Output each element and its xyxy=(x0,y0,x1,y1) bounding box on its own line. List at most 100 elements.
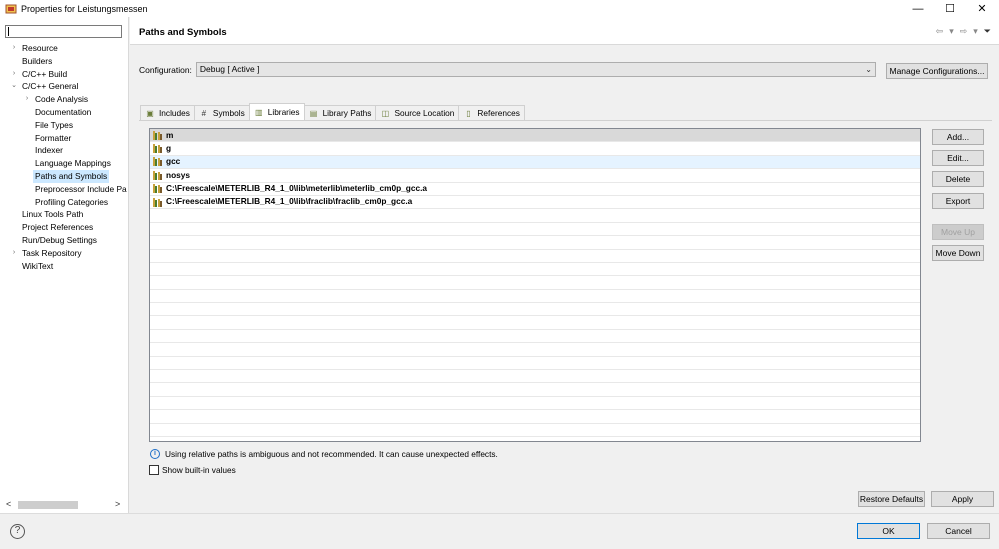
tab-library-paths[interactable]: ▤ Library Paths xyxy=(303,105,377,120)
chevron-right-icon[interactable]: › xyxy=(23,93,31,106)
tree-item-builders[interactable]: Builders xyxy=(0,55,129,68)
library-name: C:\Freescale\METERLIB_R4_1_0\lib\fraclib… xyxy=(166,196,413,207)
library-row[interactable]: g xyxy=(150,142,920,156)
checkbox-box[interactable] xyxy=(149,465,159,475)
show-builtin-values-checkbox[interactable]: Show built-in values xyxy=(149,465,236,475)
tab-label: References xyxy=(477,108,520,118)
tree-item-label: Linux Tools Path xyxy=(22,209,84,220)
configuration-select[interactable]: Debug [ Active ] ⌄ xyxy=(195,62,876,77)
tree-item-documentation[interactable]: Documentation xyxy=(0,106,129,119)
tree-item-c-c-build[interactable]: › C/C++ Build xyxy=(0,68,129,81)
filter-input[interactable] xyxy=(5,25,122,38)
show-builtin-values-label: Show built-in values xyxy=(162,465,236,475)
tab-label: Symbols xyxy=(212,108,245,118)
chevron-right-icon[interactable]: › xyxy=(10,68,18,81)
tree-item-code-analysis[interactable]: › Code Analysis xyxy=(0,93,129,106)
move-down-button[interactable]: Move Down xyxy=(932,245,984,261)
window-title: Properties for Leistungsmessen xyxy=(21,3,148,14)
libraries-list[interactable]: m g gcc nosys C:\Freescale\METERLIB_R4_1_0\l… xyxy=(149,128,921,442)
chevron-down-icon: ⌄ xyxy=(865,65,872,74)
tab-source-location[interactable]: ◫ Source Location xyxy=(375,105,460,120)
library-icon xyxy=(153,170,163,180)
tree-item-language-mappings[interactable]: Language Mappings xyxy=(0,157,129,170)
tree-item-label: Indexer xyxy=(35,145,63,156)
delete-button[interactable]: Delete xyxy=(932,171,984,187)
view-menu-icon[interactable]: ⏷ xyxy=(984,26,991,37)
tree-item-label: Run/Debug Settings xyxy=(22,234,97,245)
library-name: nosys xyxy=(166,169,190,180)
manage-configurations-button[interactable]: Manage Configurations... xyxy=(886,63,988,79)
back-arrow-icon[interactable]: ⇦ xyxy=(936,26,944,37)
tree-item-label: Code Analysis xyxy=(35,94,89,105)
empty-row xyxy=(150,397,920,411)
empty-row xyxy=(150,383,920,397)
tab-includes[interactable]: ▣ Includes xyxy=(140,105,195,120)
tree-item-label: Formatter xyxy=(35,132,72,143)
add-button[interactable]: Add... xyxy=(932,129,984,145)
dialog-button-bar: ? OK Cancel xyxy=(0,513,999,549)
tree-item-profiling-categories[interactable]: Profiling Categories xyxy=(0,196,129,209)
tree-horizontal-scrollbar[interactable]: < > xyxy=(4,499,123,510)
close-button[interactable]: ✕ xyxy=(966,0,998,17)
back-menu-icon[interactable]: ▾ xyxy=(949,26,954,37)
cancel-button[interactable]: Cancel xyxy=(927,523,990,539)
tree-item-paths-and-symbols[interactable]: Paths and Symbols xyxy=(0,169,129,183)
tree-item-indexer[interactable]: Indexer xyxy=(0,144,129,157)
property-tree-panel: › Resource Builders › C/C++ Build ⌄ C/C++ Gene… xyxy=(0,17,129,513)
configuration-label: Configuration: xyxy=(139,64,192,75)
tree-item-linux-tools-path[interactable]: Linux Tools Path xyxy=(0,208,129,221)
tree-item-project-references[interactable]: Project References xyxy=(0,221,129,234)
tab-libraries[interactable]: ▥ Libraries xyxy=(248,103,305,120)
library-row[interactable]: C:\Freescale\METERLIB_R4_1_0\lib\meterli… xyxy=(150,183,920,196)
library-row[interactable]: gcc xyxy=(150,155,920,170)
tree-item-c-c-general[interactable]: ⌄ C/C++ General xyxy=(0,80,129,93)
tree-item-resource[interactable]: › Resource xyxy=(0,42,129,55)
library-row[interactable]: nosys xyxy=(150,169,920,183)
empty-row xyxy=(150,343,920,357)
scroll-left-arrow-icon[interactable]: < xyxy=(6,499,11,509)
tree-item-label: C/C++ General xyxy=(22,81,79,92)
ok-button[interactable]: OK xyxy=(857,523,920,539)
text-caret xyxy=(8,27,9,36)
scroll-right-arrow-icon[interactable]: > xyxy=(115,499,120,509)
chevron-right-icon[interactable]: › xyxy=(10,42,18,55)
library-icon xyxy=(153,197,163,207)
tree-item-label: Builders xyxy=(22,55,53,66)
library-icon xyxy=(153,184,163,194)
tab-symbols[interactable]: # Symbols xyxy=(193,105,250,120)
window-titlebar: Properties for Leistungsmessen xyxy=(0,0,999,17)
edit-button[interactable]: Edit... xyxy=(932,150,984,166)
maximize-button[interactable]: ☐ xyxy=(934,0,966,17)
properties-app-icon xyxy=(5,4,17,13)
tree-item-run-debug-settings[interactable]: Run/Debug Settings xyxy=(0,234,129,247)
export-button[interactable]: Export xyxy=(932,193,984,209)
tab-label: Library Paths xyxy=(322,108,372,118)
tab-bar: ▣ Includes # Symbols ▥ Libraries ▤ Library Path… xyxy=(140,103,525,120)
tree-item-formatter[interactable]: Formatter xyxy=(0,132,129,145)
help-icon[interactable]: ? xyxy=(10,524,25,539)
forward-menu-icon[interactable]: ▾ xyxy=(973,26,978,37)
tree-item-file-types[interactable]: File Types xyxy=(0,119,129,132)
minimize-button[interactable]: — xyxy=(902,0,934,17)
tree-item-preprocessor-include-pa[interactable]: Preprocessor Include Pa xyxy=(0,183,129,196)
move-up-button[interactable]: Move Up xyxy=(932,224,984,240)
tree-item-wikitext[interactable]: WikiText xyxy=(0,260,129,273)
library-row[interactable]: m xyxy=(150,129,920,143)
property-tree: › Resource Builders › C/C++ Build ⌄ C/C++ Gene… xyxy=(0,42,129,272)
scrollbar-thumb[interactable] xyxy=(18,501,78,509)
empty-row xyxy=(150,250,920,263)
empty-row xyxy=(150,424,920,437)
tree-item-task-repository[interactable]: › Task Repository xyxy=(0,247,129,260)
library-icon xyxy=(153,130,163,140)
chevron-down-icon[interactable]: ⌄ xyxy=(10,80,18,93)
tab-references[interactable]: ▯ References xyxy=(458,105,525,120)
apply-button[interactable]: Apply xyxy=(931,491,994,507)
empty-row xyxy=(150,303,920,317)
library-row[interactable]: C:\Freescale\METERLIB_R4_1_0\lib\fraclib… xyxy=(150,196,920,210)
forward-arrow-icon[interactable]: ⇨ xyxy=(960,26,968,37)
restore-defaults-button[interactable]: Restore Defaults xyxy=(858,491,925,507)
tab-label: Libraries xyxy=(267,107,300,117)
chevron-right-icon[interactable]: › xyxy=(10,247,18,260)
empty-row xyxy=(150,263,920,277)
library-path-icon: ▤ xyxy=(309,108,318,118)
